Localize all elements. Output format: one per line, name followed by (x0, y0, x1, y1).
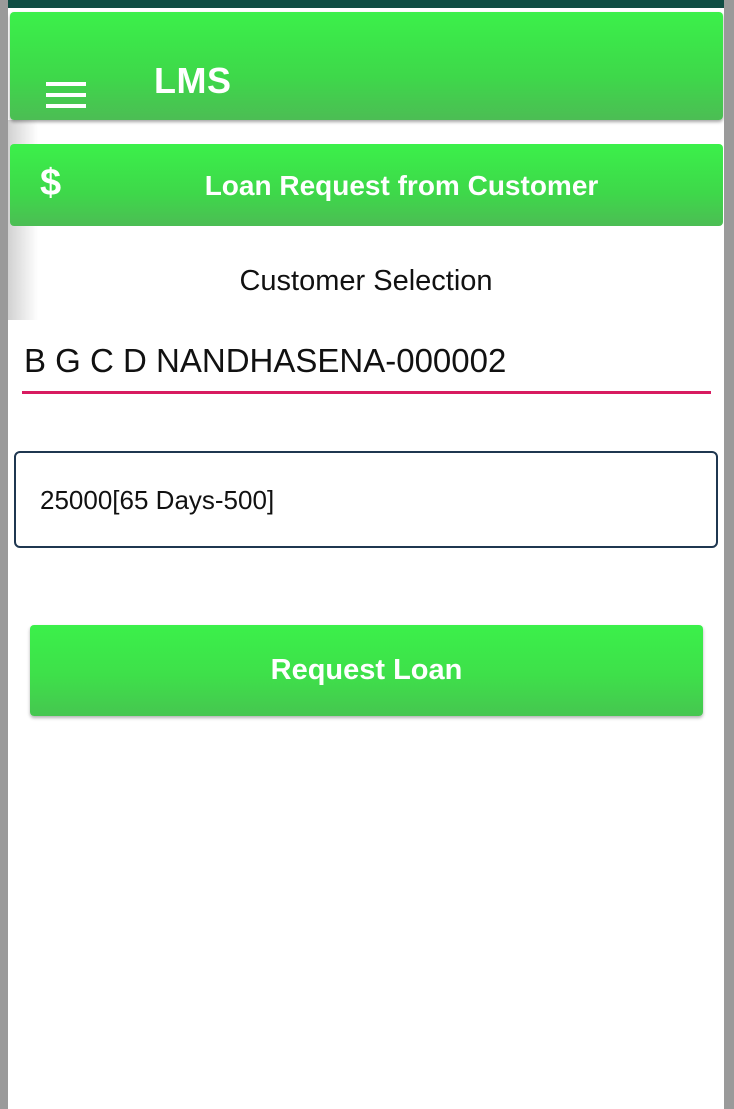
app-title: LMS (154, 60, 232, 101)
customer-selection-label: Customer Selection (239, 265, 493, 297)
section-title: Loan Request from Customer (204, 170, 599, 201)
loan-plan-select[interactable]: 25000[65 Days-500] (14, 451, 718, 548)
request-loan-button[interactable]: Request Loan (30, 625, 703, 716)
hamburger-menu-icon[interactable] (46, 82, 86, 108)
customer-selection-field[interactable]: B G C D NANDHASENA-000002 (22, 338, 711, 394)
section-header: $ Loan Request from Customer (10, 144, 723, 226)
status-bar-strip (8, 0, 724, 8)
app-bar: LMS (10, 12, 723, 120)
app-screen: LMS $ Loan Request from Customer Custome… (8, 0, 724, 1109)
customer-selection-value: B G C D NANDHASENA-000002 (24, 342, 507, 379)
loan-plan-value: 25000[65 Days-500] (40, 485, 275, 515)
